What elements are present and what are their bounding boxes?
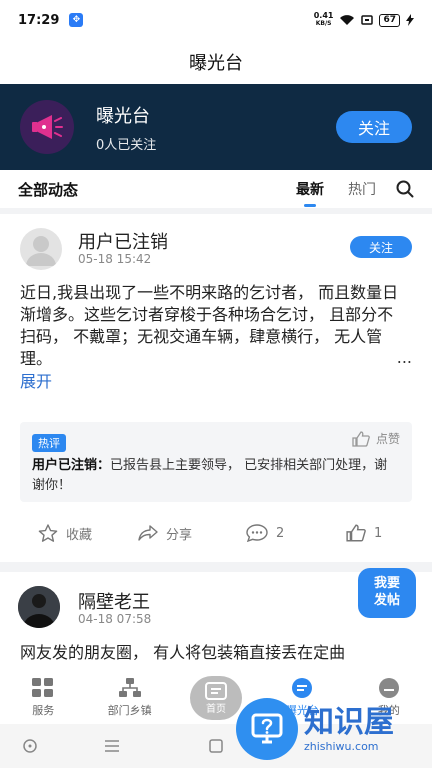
thumbs-up-icon bbox=[352, 430, 370, 447]
comment-author: 用户已注销： bbox=[32, 458, 111, 473]
collect-label: 收藏 bbox=[66, 527, 93, 543]
page-title: 曝光台 bbox=[189, 53, 243, 74]
tab-latest[interactable]: 最新 bbox=[296, 179, 324, 199]
post-actions: 收藏 分享 2 1 bbox=[0, 518, 432, 548]
post-card[interactable]: 用户已注销 05-18 15:42 关注 近日,我县出现了一些不明来路的乞讨者，… bbox=[0, 214, 432, 562]
nav-service[interactable]: 服务 bbox=[0, 672, 86, 724]
battery-indicator: 67 bbox=[379, 13, 400, 27]
menu-icon[interactable] bbox=[104, 739, 120, 753]
search-icon[interactable] bbox=[396, 180, 414, 198]
charging-icon bbox=[406, 14, 414, 26]
home-icon: 首页 bbox=[190, 676, 243, 720]
watermark-text: 知识屋 bbox=[304, 704, 394, 740]
share-label: 分享 bbox=[166, 527, 193, 543]
feed-title: 全部动态 bbox=[18, 180, 79, 199]
follower-count: 0人已关注 bbox=[96, 137, 157, 153]
like-comment-button[interactable]: 点赞 bbox=[352, 430, 400, 447]
avatar[interactable] bbox=[18, 586, 60, 628]
comment-icon bbox=[246, 524, 268, 542]
like-post-button[interactable]: 1 bbox=[346, 524, 382, 542]
follow-channel-button[interactable]: 关注 bbox=[336, 111, 412, 143]
hot-comment-badge: 热评 bbox=[32, 434, 66, 452]
comment-button[interactable]: 2 bbox=[246, 524, 284, 542]
hot-comment[interactable]: 热评 点赞 用户已注销：已报告县上主要领导， 已安排相关部门处理，谢谢你！ bbox=[20, 422, 412, 502]
square-button-icon[interactable] bbox=[208, 738, 224, 754]
wifi-icon bbox=[340, 15, 355, 25]
post-author[interactable]: 隔壁老王 bbox=[78, 588, 150, 614]
nav-departments[interactable]: 部门乡镇 bbox=[86, 672, 172, 724]
collect-button[interactable]: 收藏 bbox=[38, 523, 93, 543]
feed-tabs: 全部动态 最新 热门 bbox=[0, 170, 432, 208]
org-chart-icon bbox=[118, 678, 141, 697]
net-speed: 0.41 KB/S bbox=[313, 11, 334, 28]
comment-count: 2 bbox=[276, 525, 285, 541]
status-indicators: 0.41 KB/S 67 bbox=[314, 12, 414, 28]
expand-link[interactable]: 展开 bbox=[20, 368, 52, 392]
status-bar: 17:29 ✥ 0.41 KB/S 67 bbox=[0, 0, 432, 40]
post-time: 05-18 15:42 bbox=[78, 252, 152, 266]
follow-user-button[interactable]: 关注 bbox=[350, 236, 412, 258]
megaphone-icon bbox=[20, 100, 74, 154]
thumbs-up-icon bbox=[346, 524, 366, 542]
page-title-bar: 曝光台 bbox=[0, 40, 432, 84]
status-time: 17:29 bbox=[18, 12, 60, 28]
more-dots: ... bbox=[396, 348, 412, 367]
star-icon bbox=[38, 523, 58, 542]
like-count: 1 bbox=[374, 525, 383, 541]
post-text[interactable]: 网友发的朋友圈， 有人将包装箱直接丢在定曲 bbox=[20, 642, 404, 664]
channel-banner: 曝光台 0人已关注 关注 bbox=[0, 84, 432, 170]
share-icon bbox=[138, 525, 158, 541]
app-notification-icon: ✥ bbox=[69, 13, 84, 27]
share-button[interactable]: 分享 bbox=[138, 524, 192, 543]
post-text[interactable]: 近日,我县出现了一些不明来路的乞讨者， 而且数量日渐增多。这些乞讨者穿梭于各种场… bbox=[20, 282, 404, 370]
sim-icon bbox=[361, 15, 374, 25]
banner-info: 曝光台 0人已关注 bbox=[96, 102, 156, 153]
circle-button-icon[interactable] bbox=[22, 738, 38, 754]
like-comment-label: 点赞 bbox=[375, 432, 400, 446]
comment-text: 用户已注销：已报告县上主要领导， 已安排相关部门处理，谢谢你！ bbox=[32, 456, 400, 496]
tab-hot[interactable]: 热门 bbox=[348, 179, 376, 199]
watermark-url: zhishiwu.com bbox=[304, 739, 379, 753]
watermark: 知识屋 zhishiwu.com bbox=[236, 690, 432, 768]
question-monitor-icon bbox=[236, 698, 298, 760]
post-time: 04-18 07:58 bbox=[78, 612, 152, 626]
avatar[interactable] bbox=[20, 228, 62, 270]
banner-name: 曝光台 bbox=[96, 105, 150, 127]
grid-icon bbox=[32, 678, 54, 697]
post-author[interactable]: 用户已注销 bbox=[78, 228, 168, 254]
new-post-button[interactable]: 我要 发帖 bbox=[358, 568, 416, 618]
